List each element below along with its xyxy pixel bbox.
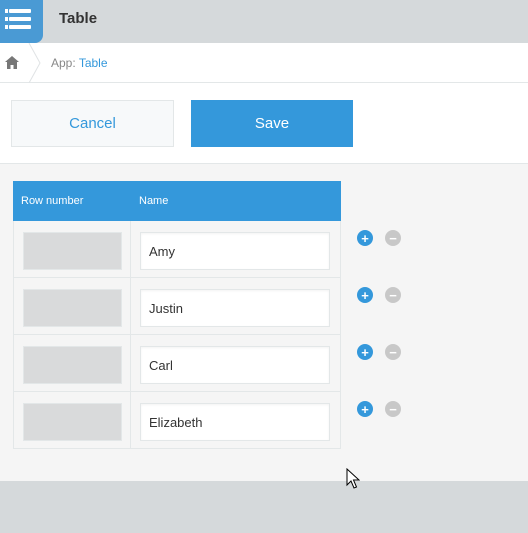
breadcrumb-trail: App: Table [51, 56, 108, 70]
row-number-field [23, 232, 122, 270]
row-controls: + − [357, 344, 407, 360]
name-input[interactable]: Elizabeth [140, 403, 330, 441]
breadcrumb-separator-icon [28, 43, 41, 83]
table-row: Elizabeth [13, 392, 341, 449]
home-button[interactable] [0, 43, 28, 83]
name-input[interactable]: Carl [140, 346, 330, 384]
breadcrumb-app-link[interactable]: Table [79, 56, 108, 70]
breadcrumb: App: Table [0, 43, 528, 83]
add-row-button[interactable]: + [357, 344, 373, 360]
row-number-field [23, 289, 122, 327]
add-row-button[interactable]: + [357, 287, 373, 303]
row-number-field [23, 346, 122, 384]
table-row: Amy [13, 221, 341, 278]
column-header-row-number: Row number [21, 195, 84, 207]
column-header-name: Name [139, 195, 169, 207]
cancel-button[interactable]: Cancel [11, 100, 174, 147]
name-input[interactable]: Amy [140, 232, 330, 270]
remove-row-button[interactable]: − [385, 287, 401, 303]
save-button[interactable]: Save [191, 100, 353, 147]
table-header: Row number Name [13, 181, 341, 221]
row-number-field [23, 403, 122, 441]
app-title: Table [59, 10, 98, 27]
subtable: Row number Name Amy Justin Carl Elizabet… [13, 181, 341, 449]
remove-row-button[interactable]: − [385, 230, 401, 246]
row-controls: + − [357, 401, 407, 417]
table-list-icon[interactable] [0, 0, 43, 43]
add-row-button[interactable]: + [357, 230, 373, 246]
remove-row-button[interactable]: − [385, 344, 401, 360]
remove-row-button[interactable]: − [385, 401, 401, 417]
table-row: Justin [13, 278, 341, 335]
table-row: Carl [13, 335, 341, 392]
form-content: Row number Name Amy Justin Carl Elizabet… [0, 164, 528, 481]
top-bar: Table [0, 0, 528, 43]
action-bar: Cancel Save [0, 83, 528, 164]
name-input[interactable]: Justin [140, 289, 330, 327]
add-row-button[interactable]: + [357, 401, 373, 417]
row-controls: + − [357, 230, 407, 246]
footer-bar [0, 481, 528, 533]
home-icon [5, 56, 19, 69]
row-controls: + − [357, 287, 407, 303]
breadcrumb-prefix: App: [51, 56, 76, 70]
mouse-cursor-icon [346, 468, 360, 489]
